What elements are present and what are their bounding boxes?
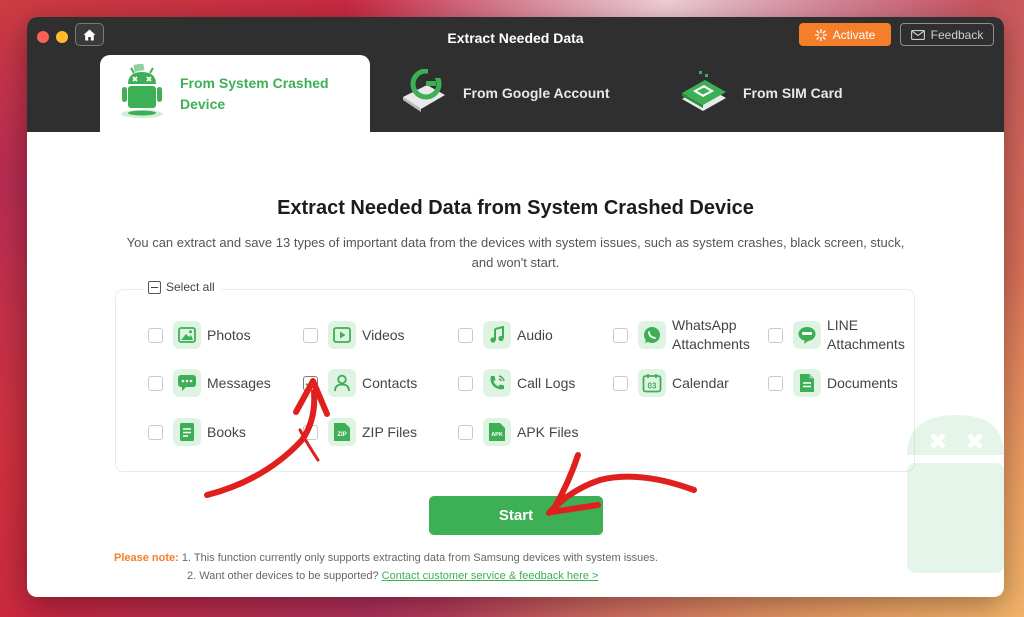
calendar-icon-text: 03 [648,382,657,391]
books-icon [173,418,201,446]
data-type-label: Photos [207,326,251,343]
data-type-label: Audio [517,326,553,343]
data-type-whatsapp-attachments[interactable]: WhatsApp Attachments [613,314,762,356]
messages-checkbox[interactable] [148,375,163,391]
contacts-checkbox[interactable] [303,375,318,391]
whatsapp-icon [638,321,666,349]
tab-from-sim-card[interactable]: From SIM Card [679,55,843,132]
data-type-zip-files[interactable]: ZIP ZIP Files [303,417,417,447]
note-text-2: 2. Want other devices to be supported? [187,570,379,582]
data-type-documents[interactable]: Documents [768,368,898,398]
page-description: You can extract and save 13 types of imp… [126,235,905,270]
documents-checkbox[interactable] [768,375,783,391]
note-line-1: Please note: 1. This function currently … [114,549,658,567]
data-type-apk-files[interactable]: APK APK Files [458,417,578,447]
data-type-label: Call Logs [517,374,576,391]
start-button[interactable]: Start [429,496,603,535]
data-type-line-attachments[interactable]: LINE Attachments [768,314,917,356]
note-text-1: 1. This function currently only supports… [181,552,658,564]
data-type-label: ZIP Files [362,423,417,440]
data-type-videos[interactable]: Videos [303,320,405,350]
data-type-label: WhatsApp Attachments [672,317,750,352]
photos-checkbox[interactable] [148,327,163,343]
zip-icon-text: ZIP [337,432,346,438]
audio-checkbox[interactable] [458,327,473,343]
feedback-label: Feedback [930,27,984,42]
data-type-calendar[interactable]: 03 Calendar [613,368,729,398]
calendar-icon: 03 [638,369,666,397]
messages-icon [173,369,201,397]
line-icon [793,321,821,349]
videos-checkbox[interactable] [303,327,318,343]
call-logs-checkbox[interactable] [458,375,473,391]
activate-label: Activate [832,27,876,42]
data-type-books[interactable]: Books [148,417,246,447]
google-account-icon [399,68,449,118]
mail-icon [910,29,925,40]
note-section: Please note: 1. This function currently … [114,549,658,585]
line-attachments-checkbox[interactable] [768,327,783,343]
apk-icon-text: APK [491,432,503,438]
apk-files-icon: APK [483,418,511,446]
data-type-label: Books [207,423,246,440]
android-robot-icon [118,63,166,123]
books-checkbox[interactable] [148,424,163,440]
audio-icon [483,321,511,349]
data-type-label: Messages [207,374,271,391]
documents-icon [793,369,821,397]
sim-card-icon [679,69,729,118]
tab-label: From Google Account [463,85,610,101]
call-logs-icon [483,369,511,397]
data-types-panel: Select all Photos Videos Audio WhatsApp … [115,280,917,472]
zip-files-icon: ZIP [328,418,356,446]
feedback-button[interactable]: Feedback [900,23,994,46]
data-type-call-logs[interactable]: Call Logs [458,368,575,398]
data-type-contacts[interactable]: Contacts [303,368,417,398]
data-type-audio[interactable]: Audio [458,320,553,350]
data-type-messages[interactable]: Messages [148,368,271,398]
apk-files-checkbox[interactable] [458,424,473,440]
data-type-photos[interactable]: Photos [148,320,251,350]
tab-label: From System Crashed Device [180,74,329,112]
data-type-label: LINE Attachments [827,317,905,352]
android-watermark-icon [907,415,1004,573]
contacts-icon [328,369,356,397]
data-type-label: APK Files [517,423,579,440]
activate-button[interactable]: Activate [799,23,891,46]
photos-icon [173,321,201,349]
data-type-label: Videos [362,326,405,343]
note-label: Please note: [114,552,179,564]
sparkle-icon [814,28,827,41]
page-headline: Extract Needed Data from System Crashed … [277,197,754,219]
whatsapp-attachments-checkbox[interactable] [613,327,628,343]
contact-support-link[interactable]: Contact customer service & feedback here… [382,570,599,582]
app-window: Extract Needed Data Activate Feedback Fr… [27,17,1004,597]
tab-label: From SIM Card [743,85,843,101]
tab-from-google-account[interactable]: From Google Account [399,55,609,132]
data-type-label: Documents [827,374,898,391]
select-all-label: Select all [166,280,215,294]
tab-from-system-crashed-device[interactable]: From System Crashed Device [100,55,370,132]
title-bar: Extract Needed Data Activate Feedback Fr… [27,17,1004,132]
note-line-2: 2. Want other devices to be supported? C… [114,567,658,585]
select-all-toggle[interactable]: Select all [144,280,221,294]
zip-files-checkbox[interactable] [303,424,318,440]
select-all-checkbox[interactable] [148,280,161,294]
calendar-checkbox[interactable] [613,375,628,391]
data-type-label: Contacts [362,374,418,391]
videos-icon [328,321,356,349]
data-type-label: Calendar [672,374,729,391]
